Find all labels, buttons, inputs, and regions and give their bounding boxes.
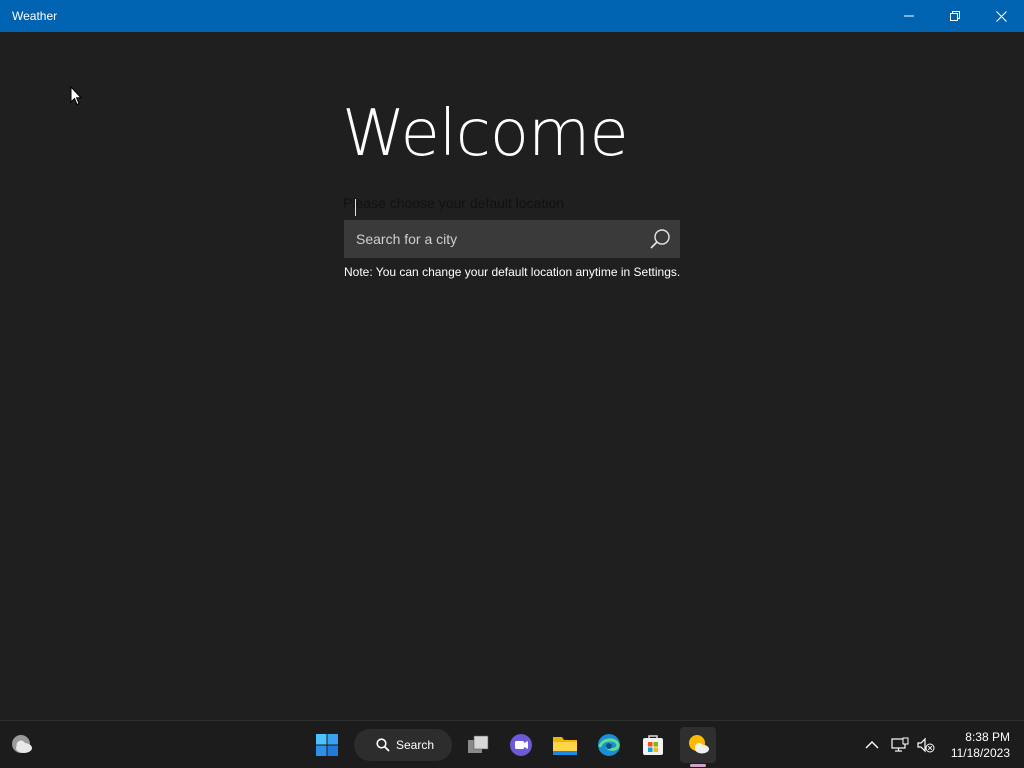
search-icon [650,229,670,249]
teams-chat-icon [510,734,532,756]
title-bar: Weather [0,0,1024,32]
volume-button[interactable] [914,731,938,759]
clock-date: 11/18/2023 [950,746,1010,760]
active-app-indicator [690,764,706,767]
location-prompt: Please choose your default location [343,195,565,211]
weather-app-icon [689,735,709,754]
settings-note: Note: You can change your default locati… [344,265,681,279]
city-search-input[interactable] [344,219,640,259]
welcome-heading: Welcome [342,97,629,171]
edge-button[interactable] [591,727,627,763]
close-button[interactable] [978,0,1024,32]
weather-widget-icon [12,735,32,753]
taskbar: Search 8:38 PM 11/18/2023 [0,720,1024,768]
edge-icon [598,734,620,756]
city-search-box[interactable] [344,219,680,259]
search-icon [376,738,390,752]
start-icon [316,734,338,756]
minimize-button[interactable] [886,0,932,32]
task-view-button[interactable] [460,727,496,763]
taskbar-search-label: Search [396,738,435,752]
weather-widget-button[interactable] [4,727,40,763]
system-clock[interactable]: 8:38 PM 11/18/2023 [944,729,1010,761]
weather-app-button[interactable] [680,727,716,763]
volume-muted-icon [917,737,935,753]
close-icon [995,10,1007,22]
taskbar-search-button[interactable]: Search [354,729,452,761]
teams-chat-button[interactable] [503,727,539,763]
window-title: Weather [12,9,58,23]
mouse-pointer-icon [70,86,82,106]
network-button[interactable] [888,731,912,759]
text-caret [355,199,356,216]
network-icon [891,737,909,752]
start-button[interactable] [309,727,345,763]
file-explorer-icon [553,737,577,755]
microsoft-store-button[interactable] [635,727,671,763]
search-city-button[interactable] [640,220,680,258]
clock-time: 8:38 PM [965,730,1010,744]
file-explorer-button[interactable] [547,727,583,763]
task-view-icon [468,735,489,753]
chevron-up-icon [865,741,879,749]
show-hidden-icons-button[interactable] [860,731,884,759]
restore-icon [950,11,960,21]
restore-button[interactable] [932,0,978,32]
weather-welcome-page: Welcome Please choose your default locat… [0,32,1024,720]
minimize-icon [904,15,914,17]
microsoft-store-icon [643,735,663,755]
